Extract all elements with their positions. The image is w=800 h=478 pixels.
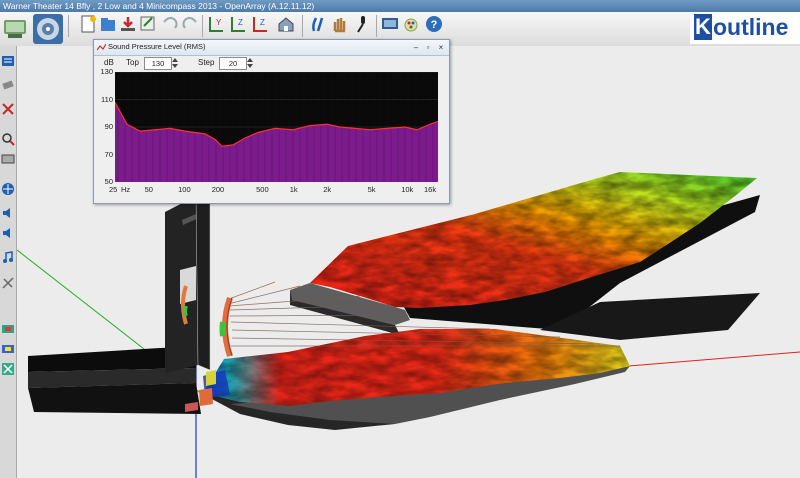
paint-icon[interactable] — [402, 14, 422, 34]
x-tick-label: 10k — [401, 185, 414, 194]
close-button[interactable]: × — [436, 43, 446, 52]
y-axis-labels: 130 110 90 70 50 — [94, 40, 113, 203]
eraser-icon[interactable] — [1, 78, 15, 92]
x-tick-label: 5k — [367, 185, 376, 194]
step-spinner[interactable] — [247, 57, 253, 69]
delete-icon[interactable] — [1, 102, 15, 116]
spl-plot — [114, 71, 439, 183]
speaker-icon[interactable] — [2, 14, 28, 42]
spl-window-titlebar[interactable]: Sound Pressure Level (RMS) – ▫ × — [94, 40, 449, 56]
microphone-icon[interactable] — [352, 14, 372, 34]
undo-icon[interactable] — [160, 14, 180, 34]
new-icon[interactable] — [78, 14, 98, 34]
svg-text:Y: Y — [216, 18, 222, 27]
spl-window-title: Sound Pressure Level (RMS) — [108, 42, 206, 51]
restore-button[interactable]: ▫ — [423, 43, 433, 52]
x-tick-label: 25 — [109, 185, 118, 194]
svg-text:?: ? — [431, 19, 438, 31]
x-tick-label: 200 — [211, 185, 225, 194]
x-tick-label: Hz — [121, 185, 131, 194]
speaker-small-icon[interactable] — [1, 206, 15, 220]
redo-icon[interactable] — [180, 14, 200, 34]
y-tick-label: 110 — [101, 94, 113, 104]
view-icon[interactable] — [308, 14, 328, 34]
step-label: Step — [198, 58, 215, 67]
x-axis-labels: 25 Hz 50 100 200 500 1k 2k 5k 10k 16k — [94, 185, 449, 197]
x-tick-label: 50 — [144, 185, 153, 194]
map-icon[interactable] — [1, 322, 15, 336]
axis-xz-icon[interactable]: Z — [228, 14, 248, 34]
save-icon[interactable] — [118, 14, 138, 34]
speaker-small-icon[interactable] — [1, 226, 15, 240]
grid-icon[interactable] — [1, 152, 15, 166]
map-icon[interactable] — [1, 342, 15, 356]
svg-text:Z: Z — [238, 18, 243, 27]
list-icon[interactable] — [1, 54, 15, 68]
window-title: Warner Theater 14 Bfly , 2 Low and 4 Min… — [3, 1, 315, 11]
spl-area — [115, 102, 438, 182]
x-tick-label: 500 — [256, 185, 269, 194]
outline-logo: K outline — [690, 12, 800, 44]
y-tick-label: 90 — [104, 122, 113, 131]
top-label: Top — [126, 58, 139, 67]
axis-xy-icon[interactable]: Y — [206, 14, 226, 34]
x-tick-label: 1k — [289, 185, 298, 194]
hand-icon[interactable] — [330, 14, 350, 34]
home-icon[interactable] — [276, 14, 296, 34]
y-tick-label: 70 — [104, 149, 113, 159]
zoom-icon[interactable] — [1, 132, 15, 146]
screenshot-icon[interactable] — [380, 14, 400, 34]
x-tick-label: 100 — [178, 185, 191, 194]
title-bar: Warner Theater 14 Bfly , 2 Low and 4 Min… — [0, 0, 800, 12]
open-icon[interactable] — [98, 14, 118, 34]
y-tick-label: 130 — [100, 67, 113, 76]
minimize-button[interactable]: – — [411, 43, 421, 52]
move-icon[interactable] — [1, 182, 15, 196]
svg-text:Z: Z — [260, 18, 265, 27]
top-spinner[interactable] — [172, 57, 178, 69]
x-tick-label: 16k — [424, 185, 437, 194]
left-toolbar — [0, 46, 17, 478]
music-icon[interactable] — [1, 250, 15, 264]
close-map-icon[interactable] — [1, 362, 15, 376]
top-value-input[interactable]: 130 — [144, 57, 172, 70]
spl-window[interactable]: Sound Pressure Level (RMS) – ▫ × dB Top … — [93, 39, 450, 204]
step-value-input[interactable]: 20 — [219, 57, 247, 70]
brand-label: outline — [713, 14, 789, 40]
speaker-icon[interactable] — [32, 13, 64, 45]
export-icon[interactable] — [138, 14, 158, 34]
x-tick-label: 2k — [323, 185, 332, 194]
axis-yz-icon[interactable]: Z — [250, 14, 270, 34]
help-icon[interactable]: ? — [424, 14, 444, 34]
tools-icon[interactable] — [1, 276, 15, 290]
